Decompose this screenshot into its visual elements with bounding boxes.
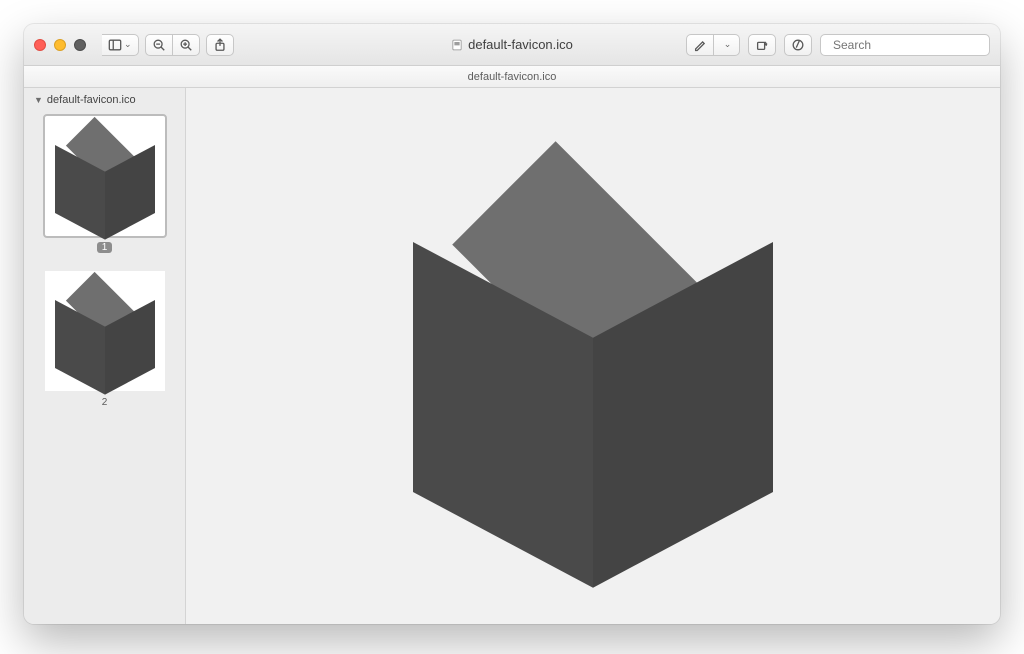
thumbnail-item[interactable]: 2 — [45, 271, 165, 408]
image-canvas[interactable] — [186, 88, 1000, 624]
cube-image — [55, 121, 155, 231]
search-field[interactable] — [820, 34, 990, 56]
thumbnail-sidebar[interactable]: ▼ default-favicon.ico 1 — [24, 88, 186, 624]
window-body: ▼ default-favicon.ico 1 — [24, 88, 1000, 624]
zoom-window-button[interactable] — [74, 39, 86, 51]
markup-toolbar-icon — [791, 38, 805, 52]
cube-image — [413, 156, 773, 556]
window-title-text: default-favicon.ico — [468, 37, 573, 52]
sidebar-layout-icon — [108, 38, 122, 52]
sidebar-file-label: default-favicon.ico — [47, 94, 136, 106]
thumbnail-label: 2 — [102, 397, 108, 408]
zoom-out-button[interactable] — [145, 34, 173, 56]
sidebar-file-header[interactable]: ▼ default-favicon.ico — [24, 88, 185, 112]
view-mode-button[interactable]: ⌄ — [102, 34, 139, 56]
markup-toolbar-button[interactable] — [784, 34, 812, 56]
file-type-icon — [451, 39, 463, 51]
share-button[interactable] — [206, 34, 234, 56]
pencil-icon — [693, 38, 707, 52]
window-controls — [34, 39, 86, 51]
toolbar-left: ⌄ — [102, 34, 234, 56]
minimize-window-button[interactable] — [54, 39, 66, 51]
thumbnail-label: 1 — [97, 242, 113, 253]
thumbnail-item[interactable]: 1 — [45, 116, 165, 253]
zoom-out-icon — [152, 38, 166, 52]
cube-image — [55, 276, 155, 386]
titlebar: ⌄ default-favicon.ico — [24, 24, 1000, 66]
chevron-down-icon: ⌄ — [124, 39, 132, 50]
chevron-down-icon: ⌄ — [724, 39, 732, 50]
thumbnail-preview — [45, 116, 165, 236]
thumbnail-list: 1 2 — [24, 112, 185, 428]
share-icon — [213, 38, 227, 52]
toolbar-right: ⌄ — [686, 34, 990, 56]
document-name-bar: default-favicon.ico — [24, 66, 1000, 88]
zoom-in-button[interactable] — [173, 34, 200, 56]
preview-window: ⌄ default-favicon.ico — [24, 24, 1000, 624]
close-window-button[interactable] — [34, 39, 46, 51]
search-input[interactable] — [831, 37, 990, 53]
markup-menu-button[interactable]: ⌄ — [714, 34, 740, 56]
rotate-icon — [755, 38, 769, 52]
disclosure-triangle-icon[interactable]: ▼ — [34, 95, 43, 105]
markup-button[interactable] — [686, 34, 714, 56]
thumbnail-preview — [45, 271, 165, 391]
rotate-button[interactable] — [748, 34, 776, 56]
zoom-in-icon — [179, 38, 193, 52]
document-name-text: default-favicon.ico — [468, 71, 557, 83]
